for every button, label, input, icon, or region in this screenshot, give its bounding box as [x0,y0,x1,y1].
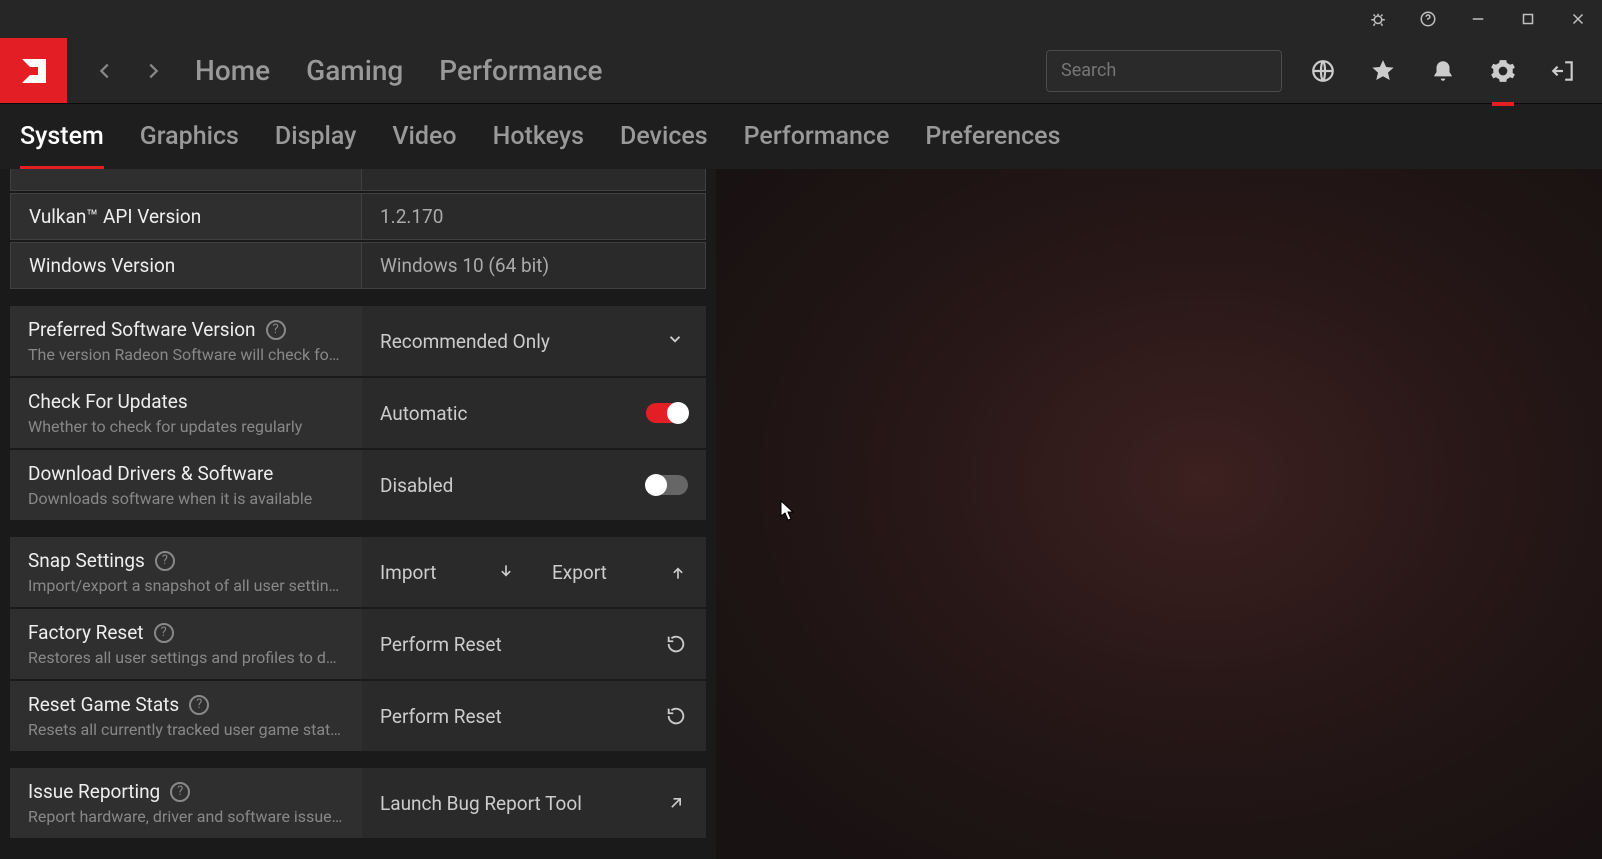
nav-home[interactable]: Home [195,54,270,87]
setting-download-drivers: Download Drivers & Software Downloads so… [10,450,706,520]
reset-icon [664,704,688,728]
snap-actions: Import Export [362,537,706,607]
import-button[interactable]: Import [362,561,534,584]
setting-title-text: Reset Game Stats [28,693,179,716]
exit-icon[interactable] [1544,52,1582,90]
info-label: Windows Version [10,242,362,289]
settings-subtabs: System Graphics Display Video Hotkeys De… [0,103,1602,169]
help-icon[interactable]: ? [189,695,209,715]
setting-preferred-version: Preferred Software Version ? The version… [10,306,706,376]
tab-preferences[interactable]: Preferences [925,104,1060,170]
setting-header: Reset Game Stats ? Resets all currently … [10,681,362,751]
nav-gaming[interactable]: Gaming [306,54,403,87]
minimize-button[interactable] [1462,3,1494,35]
toggle-state-label: Disabled [380,474,453,497]
setting-header: Factory Reset ? Restores all user settin… [10,609,362,679]
chevron-down-icon [666,330,684,353]
setting-header: Snap Settings ? Import/export a snapshot… [10,537,362,607]
settings-icon[interactable] [1484,52,1522,90]
help-icon[interactable]: ? [154,623,174,643]
launch-bug-report-button[interactable]: Launch Bug Report Tool [362,768,706,838]
header: Home Gaming Performance [0,38,1602,103]
background-panel [716,169,1602,859]
setting-desc: Restores all user settings and profiles … [28,648,344,667]
setting-value: Automatic [362,378,706,448]
forward-button[interactable] [129,60,177,82]
setting-desc: Downloads software when it is available [28,489,344,508]
tab-performance[interactable]: Performance [744,104,890,170]
download-icon [496,562,516,582]
export-label: Export [552,561,607,584]
setting-reset-game-stats: Reset Game Stats ? Resets all currently … [10,681,706,751]
help-icon[interactable]: ? [155,551,175,571]
tab-hotkeys[interactable]: Hotkeys [493,104,584,170]
setting-header: Check For Updates Whether to check for u… [10,378,362,448]
export-button[interactable]: Export [534,561,706,584]
dropdown-value: Recommended Only [380,330,550,353]
download-drivers-toggle[interactable] [646,475,688,495]
setting-desc: Import/export a snapshot of all user set… [28,576,344,595]
info-value [362,169,706,191]
tab-devices[interactable]: Devices [620,104,708,170]
reset-game-stats-button[interactable]: Perform Reset [362,681,706,751]
info-row-windows: Windows Version Windows 10 (64 bit) [10,242,706,289]
setting-header: Preferred Software Version ? The version… [10,306,362,376]
info-row-vulkan-api: Vulkan™ API Version 1.2.170 [10,193,706,240]
action-label: Launch Bug Report Tool [380,792,582,815]
info-label [10,169,362,191]
back-button[interactable] [81,60,129,82]
star-icon[interactable] [1364,52,1402,90]
setting-title-text: Download Drivers & Software [28,462,273,485]
setting-title-text: Snap Settings [28,549,145,572]
info-value: 1.2.170 [362,193,706,240]
info-value: Windows 10 (64 bit) [362,242,706,289]
upload-icon [668,562,688,582]
setting-desc: Resets all currently tracked user game s… [28,720,344,739]
check-updates-toggle[interactable] [646,403,688,423]
search-box[interactable] [1046,50,1282,92]
tab-video[interactable]: Video [392,104,456,170]
setting-desc: Whether to check for updates regularly [28,417,344,436]
preferred-version-dropdown[interactable]: Recommended Only [362,306,706,376]
setting-value: Disabled [362,450,706,520]
setting-title-text: Check For Updates [28,390,188,413]
search-input[interactable] [1061,60,1289,81]
help-icon[interactable] [1412,3,1444,35]
action-label: Perform Reset [380,705,502,728]
setting-check-updates: Check For Updates Whether to check for u… [10,378,706,448]
setting-snap: Snap Settings ? Import/export a snapshot… [10,537,706,607]
setting-factory-reset: Factory Reset ? Restores all user settin… [10,609,706,679]
bell-icon[interactable] [1424,52,1462,90]
nav-performance[interactable]: Performance [439,54,602,87]
tab-system[interactable]: System [20,104,104,170]
setting-desc: The version Radeon Software will check f… [28,345,344,364]
reset-icon [664,632,688,656]
setting-title-text: Issue Reporting [28,780,160,803]
help-icon[interactable]: ? [170,782,190,802]
help-icon[interactable]: ? [266,320,286,340]
settings-panel: Vulkan™ API Version 1.2.170 Windows Vers… [0,169,716,859]
factory-reset-button[interactable]: Perform Reset [362,609,706,679]
setting-desc: Report hardware, driver and software iss… [28,807,344,826]
amd-logo[interactable] [0,38,67,103]
setting-issue-reporting: Issue Reporting ? Report hardware, drive… [10,768,706,838]
import-label: Import [380,561,436,584]
setting-title-text: Factory Reset [28,621,144,644]
maximize-button[interactable] [1512,3,1544,35]
setting-header: Issue Reporting ? Report hardware, drive… [10,768,362,838]
main-nav: Home Gaming Performance [195,54,602,87]
tab-graphics[interactable]: Graphics [140,104,239,170]
bug-icon[interactable] [1362,3,1394,35]
titlebar [0,0,1602,38]
info-row-vulkan-driver [10,169,706,191]
external-link-icon [664,791,688,815]
setting-header: Download Drivers & Software Downloads so… [10,450,362,520]
toggle-state-label: Automatic [380,402,467,425]
web-icon[interactable] [1304,52,1342,90]
action-label: Perform Reset [380,633,502,656]
info-label: Vulkan™ API Version [10,193,362,240]
close-button[interactable] [1562,3,1594,35]
setting-title-text: Preferred Software Version [28,318,256,341]
tab-display[interactable]: Display [275,104,357,170]
